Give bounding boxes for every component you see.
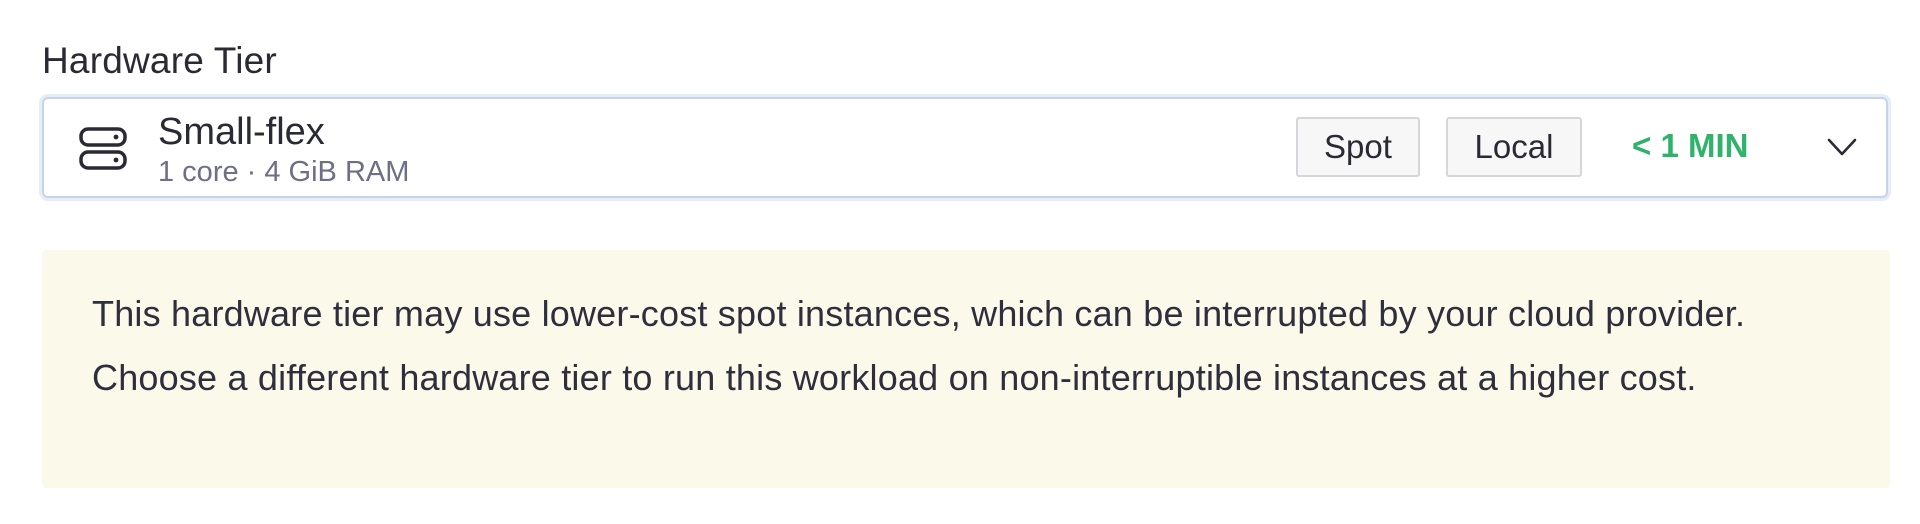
- spot-badge: Spot: [1296, 117, 1420, 177]
- spot-instance-notice: This hardware tier may use lower-cost sp…: [42, 250, 1890, 488]
- hardware-tier-select[interactable]: Small-flex 1 core · 4 GiB RAM Spot Local…: [42, 97, 1888, 198]
- tier-spec: 1 core · 4 GiB RAM: [158, 156, 410, 188]
- chevron-down-icon[interactable]: [1826, 135, 1858, 159]
- hardware-tier-field: Hardware Tier Small-flex 1 core · 4 GiB …: [42, 36, 1890, 488]
- tier-info: Small-flex 1 core · 4 GiB RAM: [158, 113, 409, 187]
- field-label: Hardware Tier: [42, 40, 277, 81]
- server-icon: [78, 125, 128, 173]
- tier-name: Small-flex: [158, 111, 325, 153]
- startup-time: < 1 MIN: [1632, 127, 1749, 164]
- local-badge: Local: [1446, 117, 1582, 177]
- notice-text: This hardware tier may use lower-cost sp…: [92, 293, 1746, 398]
